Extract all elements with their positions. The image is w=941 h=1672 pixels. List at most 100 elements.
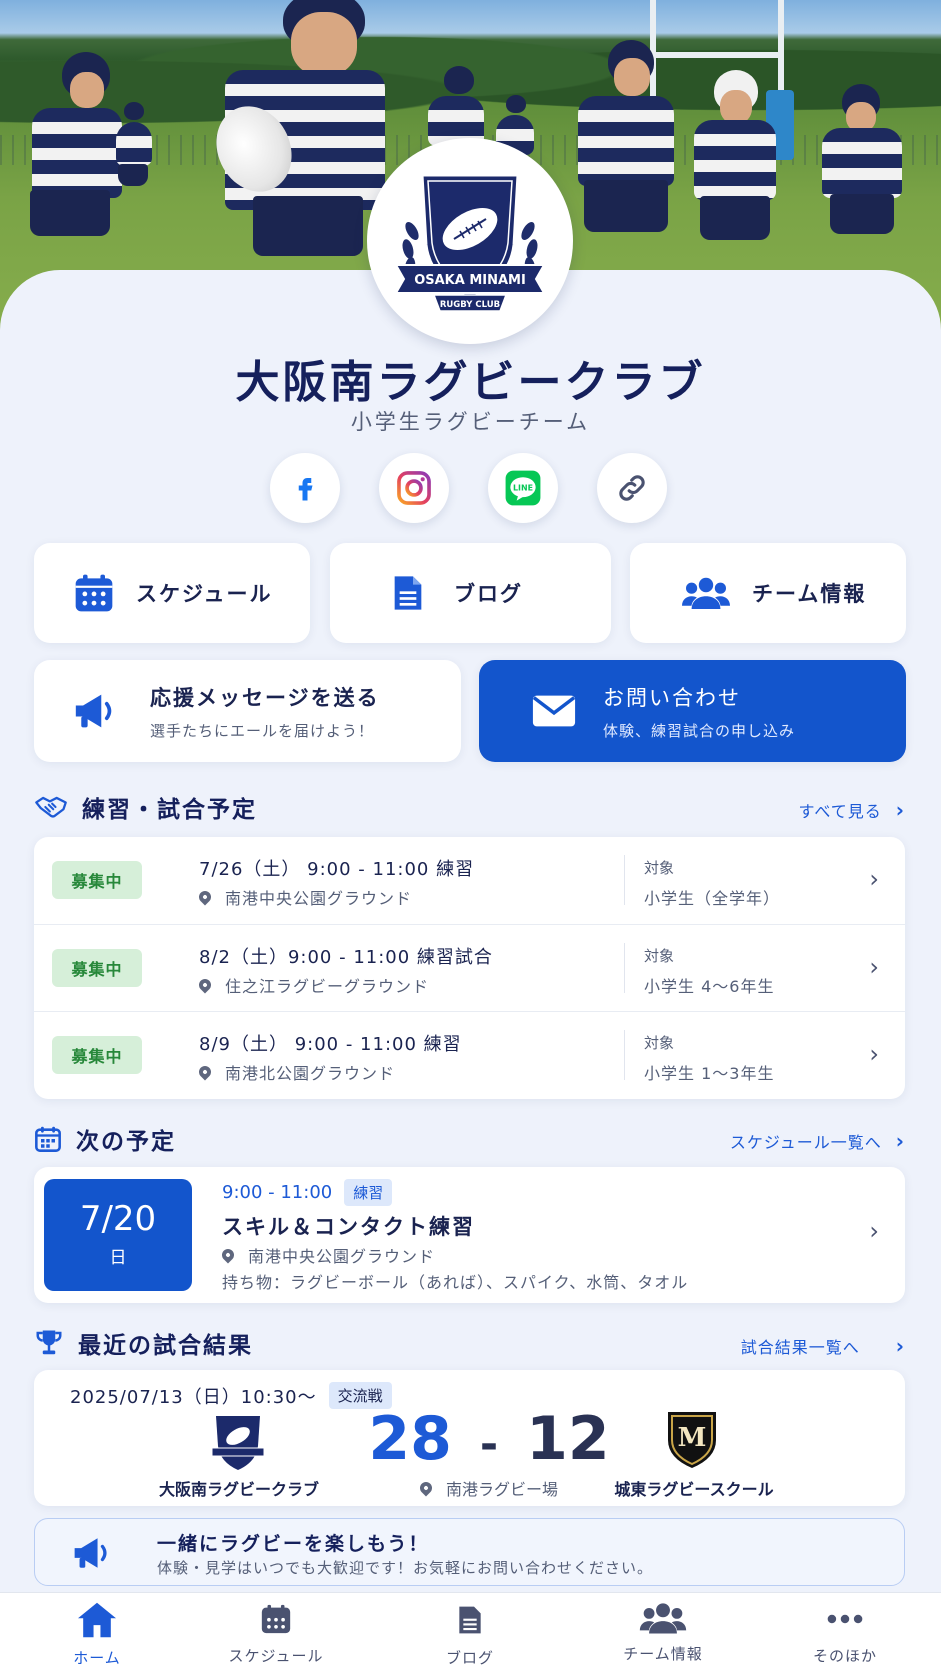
divider [624,855,625,905]
megaphone-icon [75,694,112,728]
svg-text:LINE: LINE [513,483,533,492]
handshake-icon [35,796,67,818]
chevron-right-icon: › [869,1217,879,1245]
facebook-icon [298,478,313,501]
practice-heading: 練習・試合予定 [82,797,257,823]
users-icon [682,577,730,609]
results-section-header: 最近の試合結果 [34,1326,253,1360]
match-datetime: 2025/07/13（日）10:30～ [70,1386,317,1408]
practice-where: 南港北公園グラウンド [196,1060,395,1084]
tab-blog[interactable]: ブログ [395,1601,545,1668]
practice-where: 南港中央公園グラウンド [196,885,412,909]
cheer-title: 応援メッセージを送る [150,685,380,710]
contact-subtitle: 体験、練習試合の申し込み [603,721,796,740]
link-icon [619,475,645,501]
instagram-button[interactable] [379,453,449,523]
users-icon [639,1603,687,1634]
bottom-tab-bar: ホーム スケジュール ブログ チーム情報 そのほか [0,1592,941,1672]
status-badge: 募集中 [52,861,142,899]
document-icon [394,576,422,610]
event-date-box: 7/20 日 [44,1179,192,1291]
score-separator: - [479,1419,499,1470]
tab-home-label: ホーム [73,1649,121,1667]
list-item[interactable]: 募集中 8/2（土）9:00 - 11:00 練習試合 住之江ラグビーグラウンド… [34,924,905,1010]
club-crest-icon: OSAKA MINAMI RUGBY CLUB [394,173,546,312]
schedule-tile-label: スケジュール [136,582,273,606]
practice-see-all-link[interactable]: すべて見る › [799,798,906,822]
practice-where: 住之江ラグビーグラウンド [196,973,429,997]
location-pin-icon [219,1246,237,1264]
player-figure [810,84,920,254]
club-crest: OSAKA MINAMI RUGBY CLUB [367,138,573,344]
banner-title: 一緒にラグビーを楽しもう！ [157,1533,430,1555]
list-item[interactable]: 募集中 8/9（土） 9:00 - 11:00 練習 南港北公園グラウンド 対象… [34,1011,905,1097]
target-label: 対象 [644,947,675,965]
practice-see-all-label: すべて見る [798,802,882,821]
match-result-card[interactable]: 2025/07/13（日）10:30～ 交流戦 大阪南ラグビークラブ 28 - … [34,1370,905,1506]
document-icon [459,1606,481,1634]
target-value: 小学生 4～6年生 [644,977,775,996]
list-item[interactable]: 募集中 7/26（土） 9:00 - 11:00 練習 南港中央公園グラウンド … [34,837,905,923]
cheer-subtitle: 選手たちにエールを届けよう！ [150,721,375,740]
tab-home[interactable]: ホーム [22,1601,172,1668]
chevron-right-icon: › [895,1334,905,1358]
status-badge: 募集中 [52,949,142,987]
practice-when: 8/2（土）9:00 - 11:00 練習試合 [199,947,493,968]
player-figure [560,40,690,260]
next-event-card[interactable]: 7/20 日 9:00 - 11:00 練習 スキル＆コンタクト練習 南港中央公… [34,1167,905,1303]
chevron-right-icon: › [869,953,879,981]
event-items: 持ち物：ラグビーボール（あれば）、スパイク、水筒、タオル [222,1273,689,1292]
contact-title: お問い合わせ [603,685,741,710]
svg-text:M: M [678,1423,707,1453]
schedule-list-label: スケジュール一覧へ [729,1133,882,1152]
results-list-link[interactable]: 試合結果一覧へ › [741,1334,905,1358]
join-banner[interactable]: 一緒にラグビーを楽しもう！ 体験・見学はいつでも大歓迎です！お気軽にお問い合わせ… [34,1518,905,1586]
club-name: 大阪南ラグビークラブ [235,357,706,408]
facebook-button[interactable] [270,453,340,523]
trophy-icon [36,1330,62,1355]
results-heading: 最近の試合結果 [78,1333,253,1359]
cheer-message-tile[interactable]: 応援メッセージを送る 選手たちにエールを届けよう！ [34,660,461,762]
location-pin-icon [196,976,214,994]
tab-more[interactable]: そのほか [770,1601,920,1666]
chevron-right-icon: › [869,865,879,893]
calendar-icon [261,1604,291,1634]
blog-tile[interactable]: ブログ [330,543,611,643]
away-team-crest-icon: M [668,1412,716,1468]
crest-text-top: OSAKA MINAMI [414,273,526,288]
event-tag: 練習 [344,1179,393,1206]
target-label: 対象 [644,1034,675,1052]
event-weekday: 日 [109,1248,127,1268]
chevron-right-icon: › [869,1040,879,1068]
event-date: 7/20 [79,1199,157,1239]
tab-schedule-label: スケジュール [228,1647,324,1665]
home-icon [78,1602,116,1638]
player-figure [680,68,790,258]
next-heading: 次の予定 [76,1129,176,1155]
tab-more-label: そのほか [812,1647,877,1665]
contact-button[interactable]: お問い合わせ 体験、練習試合の申し込み [479,660,906,762]
location-pin-icon [417,1479,435,1497]
practice-when: 8/9（土） 9:00 - 11:00 練習 [199,1034,462,1055]
home-team-crest-icon [211,1416,265,1470]
tab-schedule[interactable]: スケジュール [201,1601,351,1666]
schedule-tile[interactable]: スケジュール [34,543,310,643]
practice-list: 募集中 7/26（土） 9:00 - 11:00 練習 南港中央公園グラウンド … [34,837,905,1099]
link-button[interactable] [597,453,667,523]
chevron-right-icon: › [895,798,905,822]
club-subtitle: 小学生ラグビーチーム [350,410,591,434]
line-button[interactable]: LINE [488,453,558,523]
location-pin-icon [196,1063,214,1081]
crest-text-bottom: RUGBY CLUB [440,300,500,310]
status-badge: 募集中 [52,1036,142,1074]
practice-when: 7/26（土） 9:00 - 11:00 練習 [199,859,475,880]
event-title: スキル＆コンタクト練習 [222,1215,475,1239]
away-team-name: 城東ラグビースクール [614,1480,774,1499]
tab-team[interactable]: チーム情報 [588,1601,738,1664]
more-icon [827,1614,863,1624]
results-list-label: 試合結果一覧へ [740,1338,860,1357]
blog-tile-label: ブログ [454,582,523,606]
schedule-list-link[interactable]: スケジュール一覧へ › [730,1129,905,1153]
target-value: 小学生（全学年） [644,889,781,908]
team-tile[interactable]: チーム情報 [630,543,906,643]
